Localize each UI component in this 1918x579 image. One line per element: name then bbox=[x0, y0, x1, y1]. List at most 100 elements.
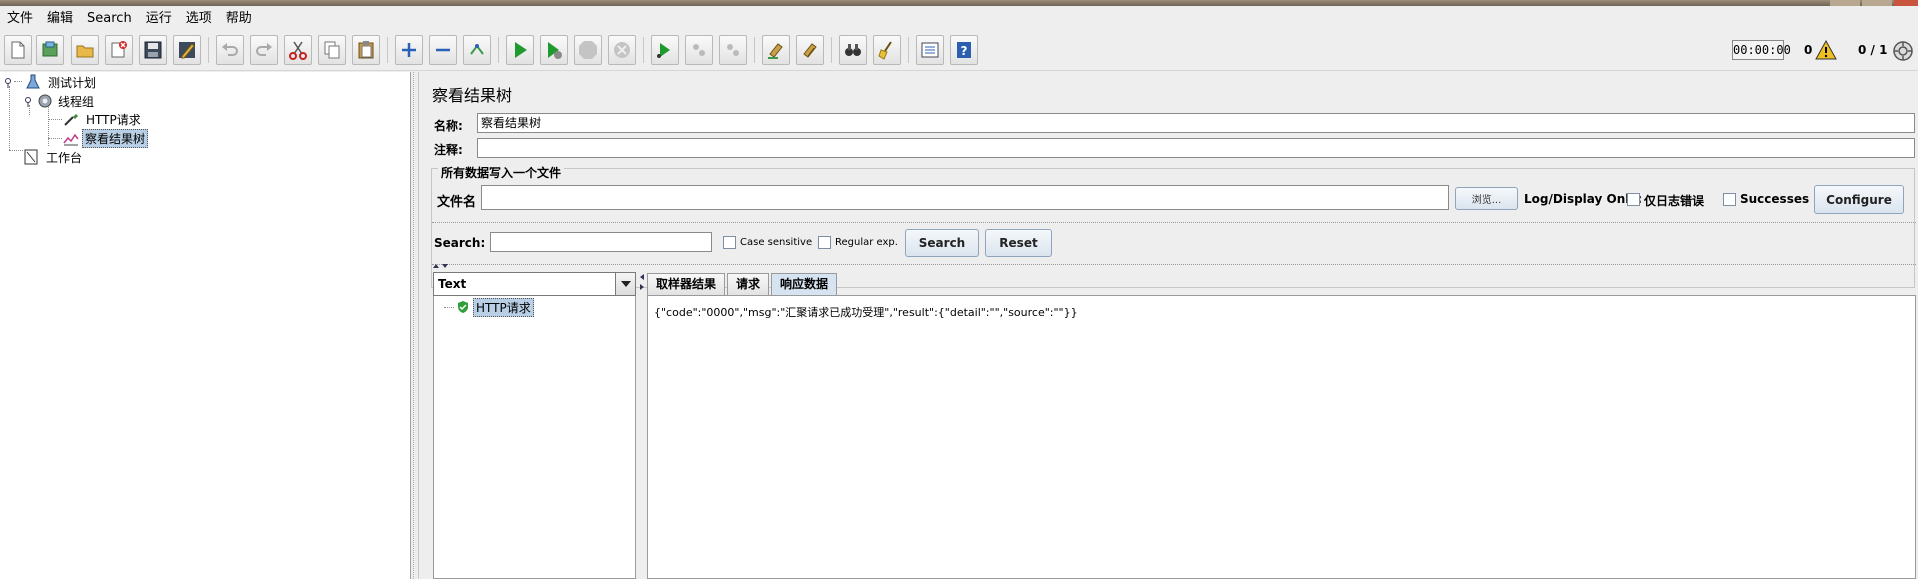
main-splitter[interactable] bbox=[411, 72, 419, 579]
save-icon bbox=[144, 41, 162, 59]
error-count: 0 bbox=[1804, 43, 1813, 57]
reset-button[interactable]: Reset bbox=[985, 229, 1052, 257]
search-label: Search: bbox=[434, 236, 486, 250]
search-button[interactable]: Search bbox=[905, 229, 979, 257]
warning-icon[interactable] bbox=[1815, 39, 1837, 61]
help-icon: ? bbox=[957, 42, 971, 58]
function-helper-button[interactable] bbox=[916, 35, 944, 65]
toggle-button[interactable] bbox=[463, 35, 491, 65]
new-icon bbox=[11, 41, 25, 59]
remote-shutdown-icon bbox=[727, 44, 739, 56]
clear-all-icon bbox=[803, 43, 817, 58]
start-button[interactable] bbox=[506, 35, 534, 65]
clear-button[interactable] bbox=[762, 35, 790, 65]
menu-file[interactable]: 文件 bbox=[0, 6, 40, 31]
sample-result-label: HTTP请求 bbox=[473, 297, 534, 317]
help-button[interactable]: ? bbox=[950, 35, 978, 65]
clear-icon bbox=[768, 43, 783, 59]
tree-label-thread-group: 线程组 bbox=[58, 94, 95, 109]
tree-node-http-request[interactable]: HTTP请求 bbox=[62, 110, 143, 128]
errors-only-checkbox[interactable] bbox=[1627, 193, 1640, 206]
function-helper-icon bbox=[921, 42, 939, 58]
name-field[interactable]: 察看结果树 bbox=[477, 113, 1915, 133]
regex-checkbox[interactable] bbox=[818, 236, 831, 249]
tree-connector bbox=[9, 150, 23, 151]
shutdown-button[interactable] bbox=[608, 35, 636, 65]
section-divider bbox=[432, 222, 1916, 223]
close-button[interactable] bbox=[105, 35, 133, 65]
results-splitter[interactable] bbox=[638, 272, 646, 579]
menu-run[interactable]: 运行 bbox=[139, 6, 179, 31]
search-button-toolbar[interactable] bbox=[839, 35, 867, 65]
menu-search[interactable]: Search bbox=[80, 6, 139, 31]
remote-start-all-button[interactable] bbox=[651, 35, 679, 65]
remote-stop-icon bbox=[693, 44, 705, 56]
comment-field[interactable] bbox=[477, 138, 1915, 158]
menu-help[interactable]: 帮助 bbox=[219, 6, 259, 31]
errors-only-label: 仅日志错误 bbox=[1644, 194, 1705, 208]
browse-button[interactable]: 浏览... bbox=[1455, 187, 1518, 210]
test-plan-tree: 测试计划 线程组 HTTP请求 察看结果树 工作台 bbox=[0, 72, 411, 579]
shutdown-icon bbox=[614, 42, 630, 58]
chevron-down-icon[interactable] bbox=[615, 273, 635, 295]
expand-icon bbox=[402, 43, 416, 57]
save-as-button[interactable] bbox=[173, 35, 201, 65]
tab-request[interactable]: 请求 bbox=[727, 273, 770, 295]
pipette-icon bbox=[64, 114, 78, 126]
reset-search-button-toolbar[interactable] bbox=[873, 35, 901, 65]
view-results-tree-panel: 察看结果树 名称: 察看结果树 注释: 所有数据写入一个文件 文件名 浏览...… bbox=[420, 72, 1918, 579]
save-button[interactable] bbox=[139, 35, 167, 65]
expand-toggle-icon[interactable] bbox=[2, 76, 14, 88]
toolbar: ? 00:00:00 0 0 / 1 bbox=[0, 31, 1918, 71]
sampler-result-tree: HTTP请求 bbox=[433, 296, 636, 579]
case-sensitive-checkbox[interactable] bbox=[723, 236, 736, 249]
name-label: 名称: bbox=[434, 119, 463, 133]
undo-button[interactable] bbox=[216, 35, 244, 65]
successes-checkbox[interactable] bbox=[1723, 193, 1736, 206]
clear-all-button[interactable] bbox=[796, 35, 824, 65]
open-icon bbox=[76, 45, 94, 58]
open-button[interactable] bbox=[71, 35, 99, 65]
response-body-text: {"code":"0000","msg":"汇聚请求已成功受理","result… bbox=[654, 306, 1078, 319]
tab-response-data[interactable]: 响应数据 bbox=[771, 273, 838, 295]
remote-stop-all-button[interactable] bbox=[685, 35, 713, 65]
tree-node-view-results-tree[interactable]: 察看结果树 bbox=[62, 128, 149, 148]
tree-node-thread-group[interactable]: 线程组 bbox=[22, 92, 96, 110]
save-as-icon bbox=[179, 42, 195, 59]
workbench-icon bbox=[24, 149, 38, 165]
tree-connector bbox=[444, 307, 454, 308]
menu-options[interactable]: 选项 bbox=[179, 6, 219, 31]
regex-label: Regular exp. bbox=[835, 237, 898, 248]
new-button[interactable] bbox=[4, 35, 32, 65]
remote-shutdown-all-button[interactable] bbox=[719, 35, 747, 65]
search-input[interactable] bbox=[490, 232, 712, 252]
tree-node-workbench[interactable]: 工作台 bbox=[22, 148, 84, 166]
stop-button[interactable] bbox=[574, 35, 602, 65]
start-no-pauses-button[interactable] bbox=[540, 35, 568, 65]
splitter-arrows-icon[interactable] bbox=[432, 262, 450, 270]
tree-connector bbox=[48, 119, 62, 120]
log-display-label: Log/Display Only: bbox=[1524, 192, 1642, 206]
redo-button[interactable] bbox=[250, 35, 278, 65]
configure-button[interactable]: Configure bbox=[1814, 185, 1904, 214]
menu-edit[interactable]: 编辑 bbox=[40, 6, 80, 31]
collapse-all-button[interactable] bbox=[429, 35, 457, 65]
renderer-select[interactable]: Text bbox=[433, 272, 636, 296]
paste-button[interactable] bbox=[352, 35, 380, 65]
undo-icon bbox=[222, 43, 238, 56]
sample-result-node[interactable]: HTTP请求 bbox=[456, 297, 534, 317]
running-status-icon bbox=[1893, 41, 1913, 61]
templates-button[interactable] bbox=[36, 35, 64, 65]
menu-bar: 文件 编辑 Search 运行 选项 帮助 bbox=[0, 6, 1918, 31]
cut-button[interactable] bbox=[284, 35, 312, 65]
tree-node-test-plan[interactable]: 测试计划 bbox=[2, 73, 98, 91]
response-data-area[interactable]: {"code":"0000","msg":"汇聚请求已成功受理","result… bbox=[647, 295, 1916, 579]
copy-button[interactable] bbox=[318, 35, 346, 65]
case-sensitive-label: Case sensitive bbox=[740, 237, 813, 248]
expand-all-button[interactable] bbox=[395, 35, 423, 65]
filename-input[interactable] bbox=[481, 185, 1449, 210]
copy-icon bbox=[324, 41, 340, 59]
tree-label-workbench: 工作台 bbox=[46, 150, 83, 165]
expand-toggle-icon[interactable] bbox=[22, 95, 34, 107]
tab-sampler-result[interactable]: 取样器结果 bbox=[647, 273, 726, 295]
